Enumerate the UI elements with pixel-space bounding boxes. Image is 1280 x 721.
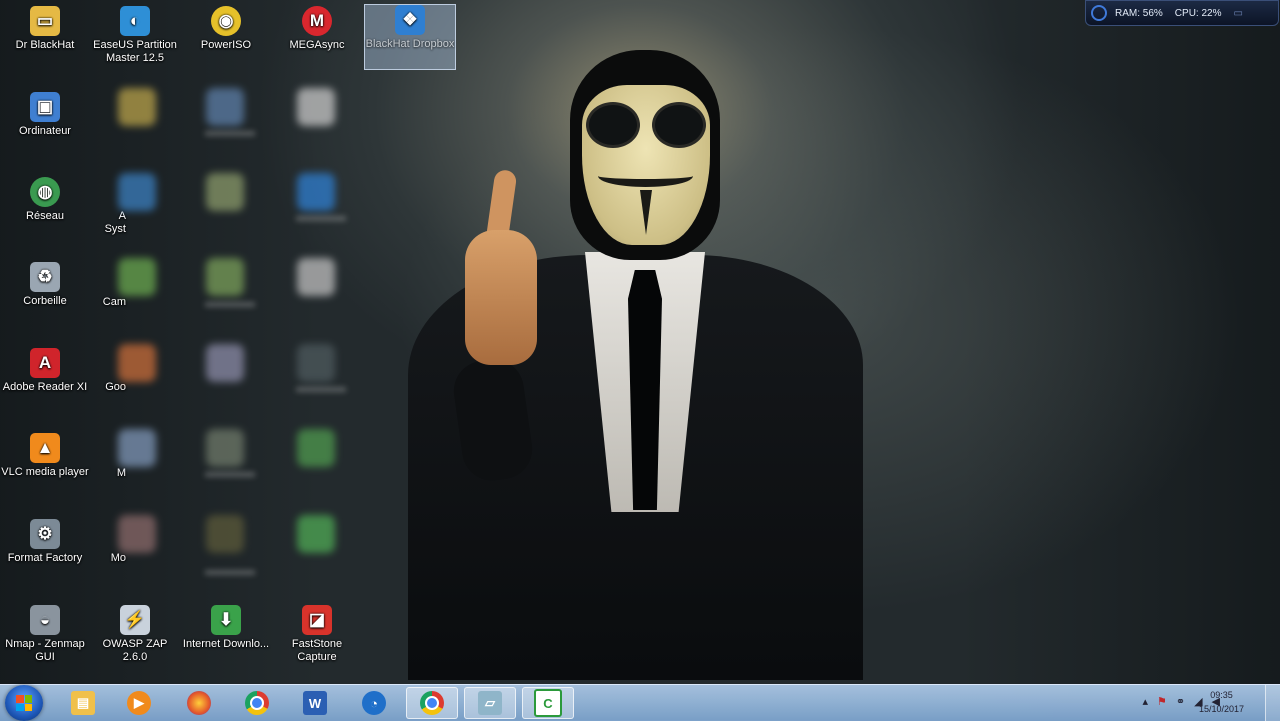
partial-label: A Syst	[104, 210, 126, 235]
folder-icon: ▭	[30, 6, 60, 36]
desktop-icon-blackhat-dropbox[interactable]: ❖ BlackHat Dropbox	[364, 4, 456, 70]
internet-download-manager-icon: ⬇	[211, 605, 241, 635]
folder-icon: ▤	[71, 691, 95, 715]
chrome-icon	[420, 691, 444, 715]
taskbar-windows-explorer[interactable]: ▤	[57, 687, 109, 719]
show-desktop-button[interactable]	[1265, 685, 1280, 721]
system-monitor-gadget[interactable]: RAM: 56% CPU: 22% ▭	[1085, 0, 1279, 26]
poweriso-icon: ◉	[211, 6, 241, 36]
icon-label: OWASP ZAP 2.6.0	[102, 638, 168, 663]
icon-label: Réseau	[26, 210, 64, 222]
icon-label: Ordinateur	[19, 125, 71, 137]
icon-label: FastStone Capture	[291, 638, 343, 663]
wallpaper-masked-figure	[400, 30, 870, 680]
desktop-icon-faststone-capture[interactable]: ◪ FastStone Capture	[272, 605, 362, 664]
clock-date: 15/10/2017	[1198, 704, 1244, 714]
start-button[interactable]	[5, 685, 43, 721]
action-center-icon[interactable]: ⚑	[1157, 695, 1167, 708]
network-tray-icon[interactable]: ⚭	[1176, 695, 1185, 708]
windows-logo-icon	[16, 695, 32, 711]
partial-label: Cam	[102, 296, 126, 308]
icon-label: MEGAsync	[289, 39, 345, 51]
desktop-icon-dr-blackhat[interactable]: ▭ Dr BlackHat	[0, 6, 90, 52]
taskbar-word[interactable]: W	[289, 687, 341, 719]
word-icon: W	[303, 691, 327, 715]
easeus-icon: ◐	[120, 6, 150, 36]
taskbar-firefox[interactable]	[173, 687, 225, 719]
media-player-icon: ▶	[127, 691, 151, 715]
desktop-icon-owasp-zap[interactable]: ⚡ OWASP ZAP 2.6.0	[90, 605, 180, 664]
recycle-bin-icon: ♻	[30, 262, 60, 292]
icon-label: BlackHat Dropbox	[365, 38, 455, 50]
taskbar-chrome[interactable]	[231, 687, 283, 719]
gauge-icon	[1091, 5, 1107, 21]
taskbar-chrome-active[interactable]	[406, 687, 458, 719]
icon-label: Nmap - Zenmap GUI	[5, 638, 85, 663]
icon-label: Dr BlackHat	[15, 39, 75, 51]
nmap-icon: ◒	[30, 605, 60, 635]
taskbar-ccleaner[interactable]: ◔	[348, 687, 400, 719]
desktop-icon-megasync[interactable]: M MEGAsync	[272, 6, 362, 52]
settings-icon[interactable]: ▭	[1233, 8, 1242, 19]
vlc-icon: ▲	[30, 433, 60, 463]
firefox-icon	[187, 691, 211, 715]
faststone-capture-icon: ◪	[302, 605, 332, 635]
dropbox-icon: ❖	[395, 5, 425, 35]
desktop-icon-internet-download-manager[interactable]: ⬇ Internet Downlo...	[181, 605, 271, 651]
partial-label: Mo	[110, 552, 126, 564]
icon-label: EaseUS Partition Master 12.5	[93, 39, 177, 64]
taskbar-camtasia[interactable]: C	[522, 687, 574, 719]
partial-label: M	[116, 467, 126, 479]
taskbar-clock[interactable]: 09:35 15/10/2017	[1199, 688, 1244, 716]
format-factory-icon: ⚙	[30, 519, 60, 549]
partial-label: Goo	[105, 381, 126, 393]
icon-label: Corbeille	[23, 295, 67, 307]
network-icon: ◍	[30, 177, 60, 207]
camtasia-icon: C	[534, 689, 562, 717]
clock-time: 09:35	[1210, 690, 1233, 700]
disk-icon: ▱	[478, 691, 502, 715]
taskbar: ▤ ▶ W ◔ ▱ C ▴ ⚑ ⚭ ◢ ◀ 09:35 15/10/2017	[0, 684, 1280, 721]
ccleaner-icon: ◔	[362, 691, 386, 715]
taskbar-disk-utility[interactable]: ▱	[464, 687, 516, 719]
desktop-icon-ordinateur[interactable]: ▣ Ordinateur	[0, 92, 90, 138]
show-hidden-icons-icon[interactable]: ▴	[1142, 695, 1148, 708]
taskbar-media-player[interactable]: ▶	[113, 687, 165, 719]
cpu-usage: CPU: 22%	[1174, 7, 1222, 19]
ram-usage: RAM: 56%	[1115, 7, 1163, 19]
desktop-icon-easeus[interactable]: ◐ EaseUS Partition Master 12.5	[90, 6, 180, 65]
desktop-icon-nmap[interactable]: ◒ Nmap - Zenmap GUI	[0, 605, 90, 664]
desktop-icon-poweriso[interactable]: ◉ PowerISO	[181, 6, 271, 52]
computer-icon: ▣	[30, 92, 60, 122]
chrome-icon	[245, 691, 269, 715]
owasp-zap-icon: ⚡	[120, 605, 150, 635]
megasync-icon: M	[302, 6, 332, 36]
icon-label: Internet Downlo...	[182, 638, 270, 650]
icon-label: PowerISO	[200, 39, 252, 51]
adobe-reader-icon: A	[30, 348, 60, 378]
